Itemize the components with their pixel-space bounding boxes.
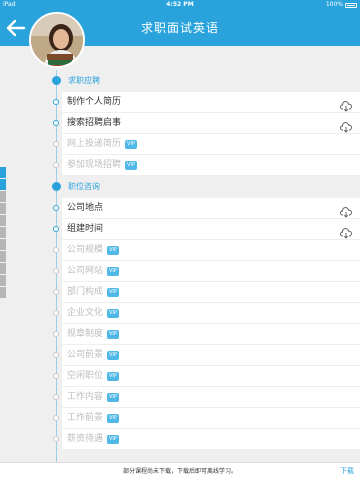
timeline-node-icon <box>53 247 59 253</box>
timeline-node-icon <box>53 268 59 274</box>
download-all-button[interactable]: 下载 <box>340 463 354 480</box>
course-avatar <box>29 12 85 68</box>
lesson-label: 工作内容 <box>67 392 104 402</box>
lesson-label: 搜索招聘启事 <box>67 118 122 128</box>
lesson-label: 公司地点 <box>67 203 104 213</box>
timeline-node-icon <box>53 331 59 337</box>
lesson-item[interactable]: 搜索招聘启事 <box>53 113 360 134</box>
lesson-label: 公司前景 <box>67 350 104 360</box>
lesson-item[interactable]: 薪资待遇 VIP <box>53 429 360 450</box>
timeline-node-icon <box>53 162 59 168</box>
vip-badge: VIP <box>107 288 119 297</box>
lesson-item[interactable]: 企业文化 VIP <box>53 303 360 324</box>
section-dot-icon <box>52 182 61 191</box>
timeline-node-icon <box>53 205 59 211</box>
section-header: 求职应聘 <box>0 70 360 92</box>
vip-badge: VIP <box>107 330 119 339</box>
lesson-label: 制作个人简历 <box>67 97 122 107</box>
timeline-node-icon <box>53 394 59 400</box>
bottom-bar: 部分课程尚未下载，下载后即可离线学习。 下载 <box>0 462 360 480</box>
timeline-node-icon <box>53 415 59 421</box>
vip-badge: VIP <box>125 140 137 149</box>
cloud-download-icon[interactable] <box>340 203 352 218</box>
vip-badge: VIP <box>125 161 137 170</box>
lesson-item[interactable]: 公司规模 VIP <box>53 240 360 261</box>
lesson-item[interactable]: 参加现场招聘 VIP <box>53 155 360 176</box>
lesson-label: 企业文化 <box>67 308 104 318</box>
timeline-node-icon <box>53 310 59 316</box>
lesson-label: 参加现场招聘 <box>67 160 122 170</box>
vip-badge: VIP <box>107 435 119 444</box>
lesson-label: 工作前景 <box>67 413 104 423</box>
lesson-label: 规章制度 <box>67 329 104 339</box>
section-label: 求职应聘 <box>68 76 100 85</box>
lesson-label: 空闲职位 <box>67 371 104 381</box>
vip-badge: VIP <box>107 267 119 276</box>
vip-badge: VIP <box>107 309 119 318</box>
lesson-item[interactable]: 工作内容 VIP <box>53 387 360 408</box>
cloud-download-icon[interactable] <box>340 118 352 133</box>
back-arrow-icon <box>6 19 26 37</box>
timeline-node-icon <box>53 352 59 358</box>
lesson-label: 公司规模 <box>67 245 104 255</box>
vip-badge: VIP <box>107 414 119 423</box>
section-dot-icon <box>52 76 61 85</box>
lesson-label: 部门构成 <box>67 287 104 297</box>
back-button[interactable] <box>4 18 26 38</box>
lesson-label: 网上投递简历 <box>67 139 122 149</box>
timeline-node-icon <box>53 289 59 295</box>
vip-badge: VIP <box>107 393 119 402</box>
vip-badge: VIP <box>107 351 119 360</box>
lesson-item[interactable]: 空闲职位 VIP <box>53 366 360 387</box>
battery-percent: 100% <box>325 1 343 8</box>
status-time: 4:52 PM <box>166 1 194 8</box>
vip-badge: VIP <box>107 246 119 255</box>
lesson-label: 公司网站 <box>67 266 104 276</box>
lesson-item[interactable]: 制作个人简历 <box>53 92 360 113</box>
offline-tip: 部分课程尚未下载，下载后即可离线学习。 <box>122 468 237 475</box>
lesson-item[interactable]: 部门构成 VIP <box>53 282 360 303</box>
battery-icon <box>345 3 357 8</box>
lesson-item[interactable]: 组建时间 <box>53 219 360 240</box>
lesson-item[interactable]: 网上投递简历 VIP <box>53 134 360 155</box>
status-bar: iPad 4:52 PM 100% <box>0 0 360 10</box>
vip-badge: VIP <box>107 372 119 381</box>
lesson-item[interactable]: 公司地点 <box>53 198 360 219</box>
timeline-node-icon <box>53 120 59 126</box>
lesson-item[interactable]: 公司网站 VIP <box>53 261 360 282</box>
lesson-label: 薪资待遇 <box>67 434 104 444</box>
timeline-node-icon <box>53 99 59 105</box>
lesson-item[interactable]: 规章制度 VIP <box>53 324 360 345</box>
lesson-item[interactable]: 工作前景 VIP <box>53 408 360 429</box>
section-header: 职位咨询 <box>0 176 360 198</box>
timeline-node-icon <box>53 226 59 232</box>
section-label: 职位咨询 <box>68 182 100 191</box>
cloud-download-icon[interactable] <box>340 97 352 112</box>
timeline-node-icon <box>53 436 59 442</box>
timeline-node-icon <box>53 373 59 379</box>
lesson-label: 组建时间 <box>67 224 104 234</box>
cloud-download-icon[interactable] <box>340 224 352 239</box>
lesson-item[interactable]: 公司前景 VIP <box>53 345 360 366</box>
timeline-node-icon <box>53 141 59 147</box>
lesson-list: 求职应聘 制作个人简历 搜索招聘启事 网上投递简历 VIP 参加现场招聘 VIP 职位咨询 公司… <box>0 70 360 450</box>
